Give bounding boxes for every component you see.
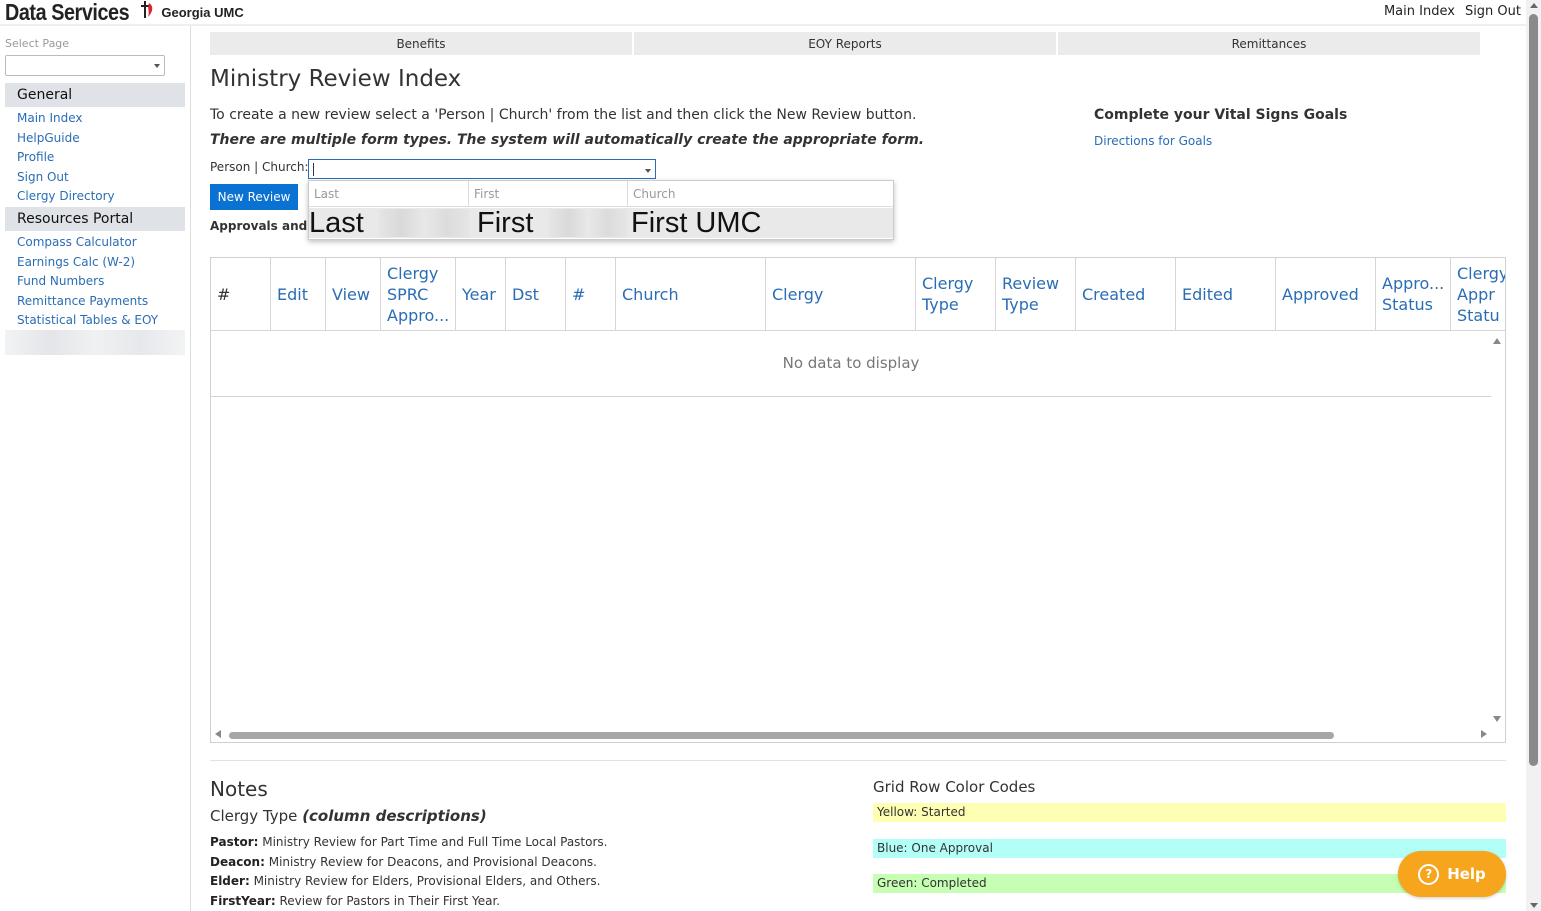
new-review-button[interactable]: New Review [210,184,298,210]
grid-header-year[interactable]: Year [456,258,506,331]
select-page-dropdown[interactable] [5,55,165,76]
note-desc: Ministry Review for Elders, Provisional … [249,874,601,888]
select-page-label: Select Page [5,37,70,50]
clergy-type-heading: Clergy Type [210,807,298,825]
sidebar-item-statistical-tables[interactable]: Statistical Tables & EOY [17,313,158,327]
note-deacon: Deacon: Ministry Review for Deacons, and… [210,855,597,869]
intro-note: There are multiple form types. The syste… [210,132,925,148]
scroll-down-icon[interactable] [1493,716,1501,722]
dropdown-cell-church[interactable]: First UMC [631,207,761,239]
sidebar-item-helpguide[interactable]: HelpGuide [17,131,80,145]
scroll-up-icon[interactable] [1530,3,1538,8]
note-pastor: Pastor: Ministry Review for Part Time an… [210,835,607,849]
sidebar-section-resources-portal: Resources Portal [5,207,185,231]
note-desc: Ministry Review for Part Time and Full T… [258,835,608,849]
sidebar-item-main-index[interactable]: Main Index [17,111,83,125]
reviews-grid: # Edit View Clergy SPRC Appro... Year Ds… [210,257,1506,743]
scroll-right-icon[interactable] [1481,730,1487,738]
intro-text: To create a new review select a 'Person … [210,107,917,123]
grid-header-dst[interactable]: Dst [506,258,566,331]
grid-header-number[interactable]: # [211,258,271,331]
chevron-down-icon[interactable] [645,169,651,173]
page-scrollbar[interactable] [1526,0,1541,911]
note-term: Pastor: [210,835,259,849]
scroll-down-icon[interactable] [1530,903,1538,908]
scroll-left-icon[interactable] [215,730,221,738]
note-elder: Elder: Ministry Review for Elders, Provi… [210,874,600,888]
grid-header-church-number[interactable]: # [566,258,616,331]
brand: Data Services Georgia UMC [5,0,244,25]
grid-header-edited[interactable]: Edited [1176,258,1276,331]
redacted-section [5,330,185,355]
note-firstyear: FirstYear: Review for Pastors in Their F… [210,894,500,908]
page-title: Ministry Review Index [210,66,462,92]
sidebar-item-compass-calculator[interactable]: Compass Calculator [17,235,137,249]
sidebar-item-remittance-payments[interactable]: Remittance Payments [17,294,148,308]
cross-flame-icon [141,0,155,24]
grid-header-edit[interactable]: Edit [271,258,326,331]
grid-header-review-type[interactable]: Review Type [996,258,1076,331]
top-link-main-index[interactable]: Main Index [1384,4,1455,19]
vital-signs-title: Complete your Vital Signs Goals [1094,107,1348,123]
chevron-down-icon [154,64,160,68]
sidebar-item-sign-out[interactable]: Sign Out [17,170,69,184]
clergy-type-title: Clergy Type (column descriptions) [210,807,487,825]
grid-header-clergy-sprc-approved[interactable]: Clergy SPRC Appro... [381,258,456,331]
note-desc: Ministry Review for Deacons, and Provisi… [264,855,597,869]
dropdown-cell-first[interactable]: First [477,207,533,239]
top-link-sign-out[interactable]: Sign Out [1465,4,1521,19]
note-desc: Review for Pastors in Their First Year. [275,894,501,908]
dropdown-header-church: Church [628,181,893,207]
dropdown-header-first: First [469,181,628,207]
text-caret [313,163,314,176]
tab-benefits[interactable]: Benefits [210,32,632,55]
clergy-type-subtitle: (column descriptions) [302,807,487,825]
note-term: Elder: [210,874,250,888]
grid-header-created[interactable]: Created [1076,258,1176,331]
grid-header-approval-status[interactable]: Appro... Status [1376,258,1451,331]
sidebar-item-fund-numbers[interactable]: Fund Numbers [17,274,104,288]
person-church-label: Person | Church: [210,160,309,174]
top-links: Main Index Sign Out [1384,4,1521,19]
note-term: FirstYear: [210,894,276,908]
dropdown-header-last: Last [309,181,469,207]
note-term: Deacon: [210,855,265,869]
redacted-text [379,209,469,237]
help-button-label: Help [1447,865,1486,883]
grid-header-view[interactable]: View [326,258,381,331]
tab-eoy-reports[interactable]: EOY Reports [634,32,1056,55]
scroll-up-icon[interactable] [1493,338,1501,344]
color-code-yellow: Yellow: Started [873,803,1506,822]
sidebar-item-profile[interactable]: Profile [17,150,54,164]
grid-header-approved[interactable]: Approved [1276,258,1376,331]
page-scrollbar-thumb[interactable] [1529,14,1538,766]
redacted-text [549,209,627,237]
person-church-dropdown-list: Last First Church Last First First UMC [308,180,894,240]
notes-title: Notes [210,777,268,801]
sidebar-item-earnings-calc[interactable]: Earnings Calc (W-2) [17,255,135,269]
help-button[interactable]: ? Help [1398,851,1506,897]
horizontal-scrollbar-thumb[interactable] [229,732,1334,739]
grid-header-church[interactable]: Church [616,258,766,331]
dropdown-cell-last[interactable]: Last [309,207,364,239]
sidebar-item-clergy-directory[interactable]: Clergy Directory [17,189,115,203]
approvals-label: Approvals and E [210,219,320,233]
grid-header-clergy-approval-status[interactable]: Clergy Appr Statu [1451,258,1505,331]
directions-for-goals-link[interactable]: Directions for Goals [1094,134,1212,148]
tab-remittances[interactable]: Remittances [1058,32,1480,55]
grid-header-clergy[interactable]: Clergy [766,258,916,331]
header-divider [0,24,1526,26]
grid-header-clergy-type[interactable]: Clergy Type [916,258,996,331]
question-circle-icon: ? [1418,863,1440,885]
sidebar: Select Page General Main Index HelpGuide… [0,26,191,911]
grid-empty-message: No data to display [211,331,1491,397]
org-name: Georgia UMC [161,4,244,20]
app-title: Data Services [5,0,130,25]
section-divider [210,760,1506,761]
grid-row-color-codes-title: Grid Row Color Codes [873,778,1036,796]
person-church-combobox[interactable] [308,159,656,179]
sidebar-section-general: General [5,83,185,107]
